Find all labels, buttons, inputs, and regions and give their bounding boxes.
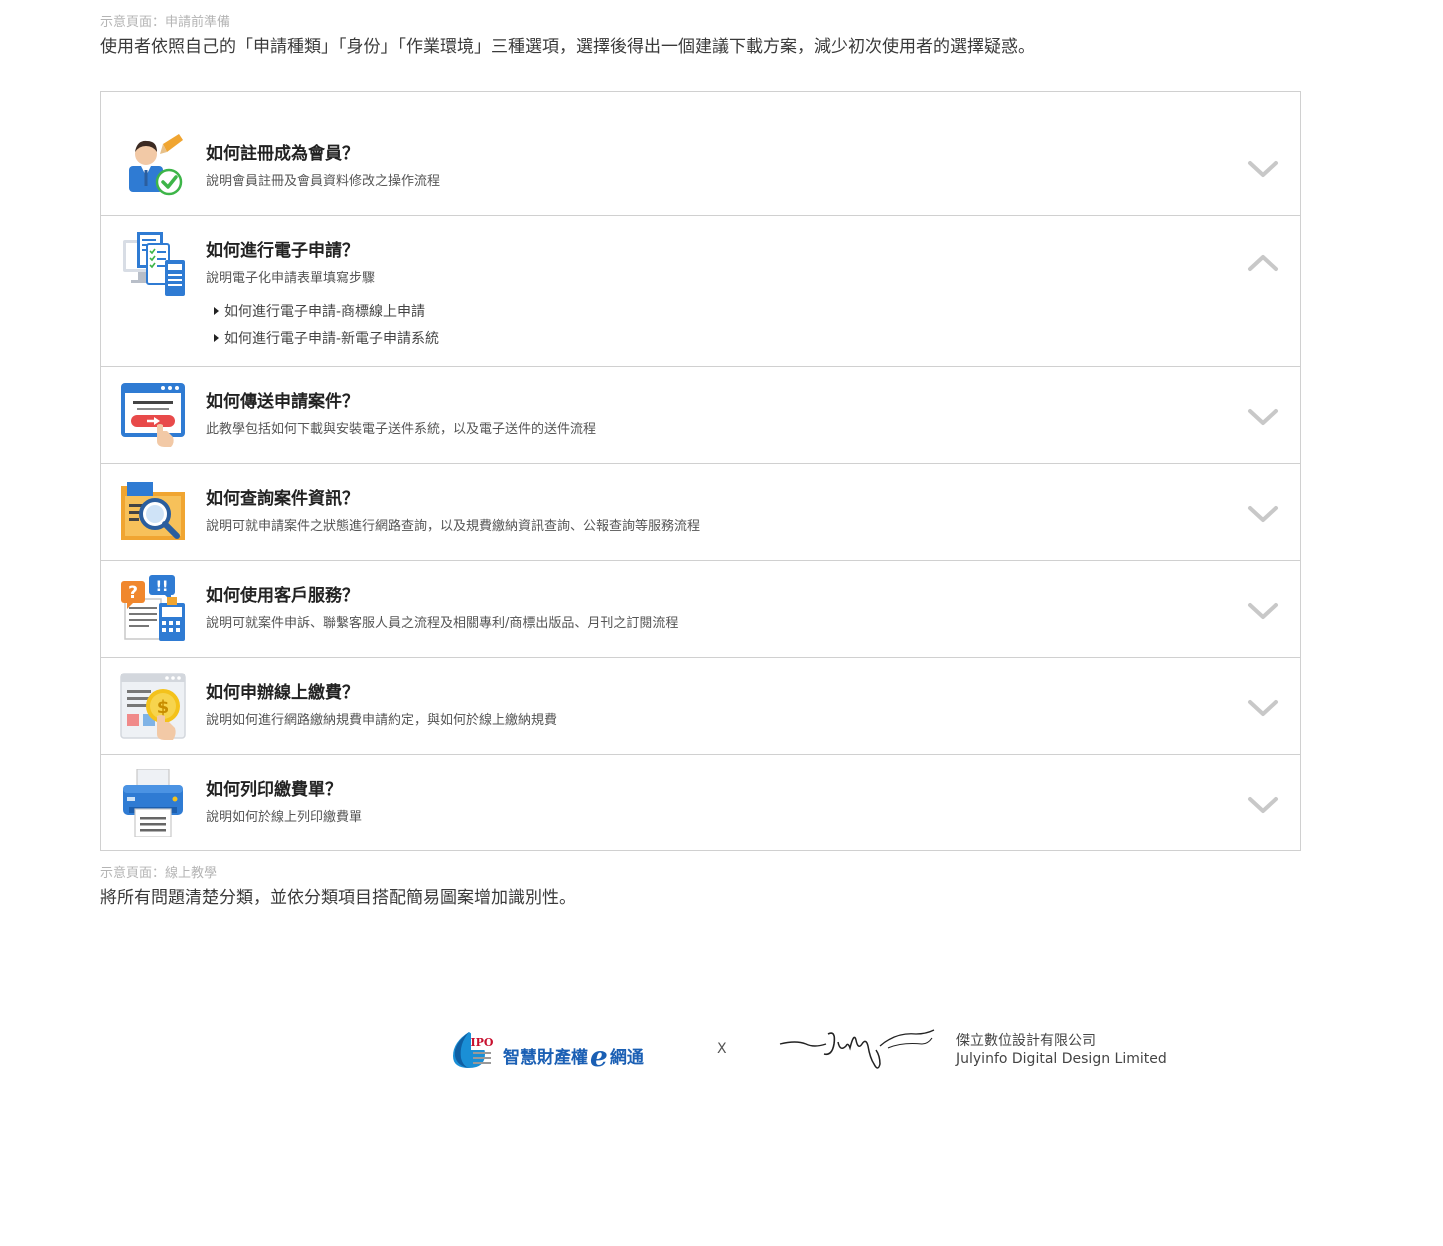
ipo-e-letter: e [590,1040,608,1073]
search-case-icon [119,478,187,546]
svg-text:?: ? [128,583,138,603]
chevron-down-icon[interactable] [1246,697,1280,719]
logo-separator: X [717,1041,727,1057]
ipo-name: 智慧財產權 [503,1048,588,1068]
sublink-label: 如何進行電子申請-商標線上申請 [224,304,426,320]
bottom-caption-description: 將所有問題清楚分類，並依分類項目搭配簡易圖案增加識別性。 [100,888,576,908]
faq-item-title: 如何使用客戶服務？ [206,586,359,606]
sublink-trademark-online[interactable]: 如何進行電子申請-商標線上申請 [214,301,425,321]
faq-item-print-bill[interactable]: 如何列印繳費單？ 說明如何於線上列印繳費單 [101,755,1300,850]
chevron-down-icon[interactable] [1246,406,1280,428]
svg-text:!!: !! [156,579,169,595]
faq-item-title: 如何查詢案件資訊？ [206,489,359,509]
faq-item-customer-service[interactable]: ? !! 如何使用客戶服務？ 說明可就案件申訴、聯繫客服人員之流程及相關專利/商… [101,561,1300,658]
faq-item-register[interactable]: 如何註冊成為會員？ 說明會員註冊及會員資料修改之操作流程 [101,92,1300,216]
sublink-new-e-system[interactable]: 如何進行電子申請-新電子申請系統 [214,328,439,348]
faq-item-title: 如何申辦線上繳費？ [206,683,359,703]
top-caption-description: 使用者依照自己的「申請種類」「身份」「作業環境」三種選項，選擇後得出一個建議下載… [100,37,1035,57]
chevron-down-icon[interactable] [1246,158,1280,180]
chevron-down-icon[interactable] [1246,503,1280,525]
faq-item-description: 此教學包括如何下載與安裝電子送件系統，以及電子送件的送件流程 [206,422,597,437]
svg-text:$: $ [157,697,170,718]
faq-item-search-case[interactable]: 如何查詢案件資訊？ 說明可就申請案件之狀態進行網路查詢，以及規費繳納資訊查詢、公… [101,464,1300,561]
printer-icon [119,769,187,837]
caret-right-icon [214,334,219,342]
faq-item-online-payment[interactable]: $ 如何申辦線上繳費？ 說明如何進行網路繳納規費申請約定，與如何於線上繳納規費 [101,658,1300,755]
faq-item-description: 說明會員註冊及會員資料修改之操作流程 [206,174,441,189]
ipo-suffix: 網通 [609,1048,644,1068]
chevron-down-icon[interactable] [1246,600,1280,622]
e-application-icon [119,230,187,298]
faq-item-e-application[interactable]: 如何進行電子申請？ 說明電子化申請表單填寫步驟 如何進行電子申請-商標線上申請 … [101,216,1300,367]
chevron-down-icon[interactable] [1246,794,1280,816]
send-case-icon [119,381,187,449]
faq-item-description: 說明如何於線上列印繳費單 [206,810,363,825]
online-payment-icon: $ [119,672,187,740]
chevron-up-icon[interactable] [1246,252,1280,274]
faq-item-title: 如何列印繳費單？ [206,780,342,800]
faq-item-description: 說明電子化申請表單填寫步驟 [206,271,376,286]
bottom-caption-label: 示意頁面：線上教學 [100,866,218,881]
member-register-icon [119,132,187,200]
top-caption-label: 示意頁面：申請前準備 [100,15,231,30]
faq-item-title: 如何註冊成為會員？ [206,144,359,164]
faq-item-description: 說明可就申請案件之狀態進行網路查詢，以及規費繳納資訊查詢、公報查詢等服務流程 [206,519,701,534]
faq-item-title: 如何進行電子申請？ [206,241,359,261]
company-name-english: Julyinfo Digital Design Limited [956,1051,1167,1067]
faq-item-description: 說明可就案件申訴、聯繫客服人員之流程及相關專利/商標出版品、月刊之訂閱流程 [206,616,679,631]
ipo-e-service-logo: IPO 智慧財產權e 網通 [449,1028,664,1073]
faq-accordion: 如何註冊成為會員？ 說明會員註冊及會員資料修改之操作流程 如何進行電子申請？ 說… [100,91,1301,851]
customer-service-icon: ? !! [119,575,187,643]
julyinfo-signature-logo [776,1024,938,1074]
caret-right-icon [214,307,219,315]
sublink-label: 如何進行電子申請-新電子申請系統 [224,331,440,347]
svg-text:IPO: IPO [471,1036,494,1049]
faq-item-send-case[interactable]: 如何傳送申請案件？ 此教學包括如何下載與安裝電子送件系統，以及電子送件的送件流程 [101,367,1300,464]
faq-item-description: 說明如何進行網路繳納規費申請約定，與如何於線上繳納規費 [206,713,558,728]
faq-item-title: 如何傳送申請案件？ [206,392,359,412]
ipo-emblem-icon: IPO [453,1032,494,1068]
company-name-chinese: 傑立數位設計有限公司 [956,1033,1096,1049]
